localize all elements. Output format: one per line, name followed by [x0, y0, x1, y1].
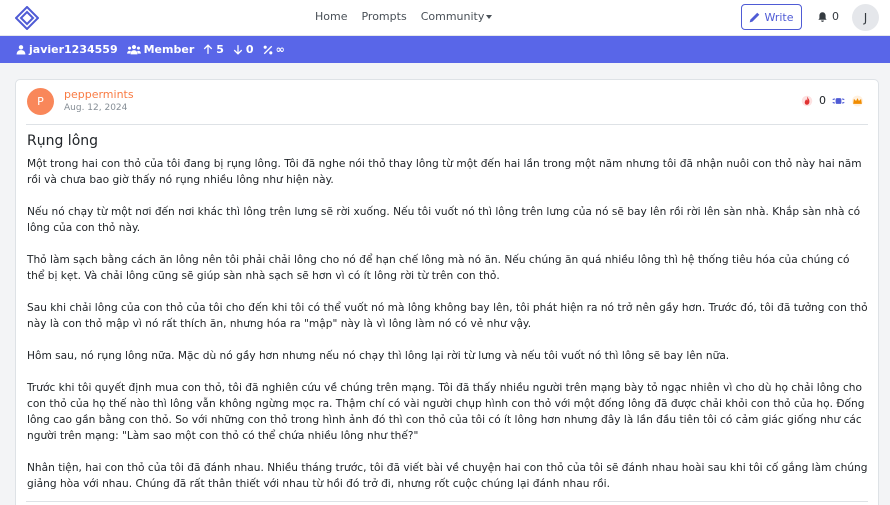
post-title: Rụng lông: [27, 133, 99, 149]
role-item: Member: [126, 43, 195, 56]
arrow-up-icon: [204, 44, 213, 54]
post-header: P peppermints Aug. 12, 2024 0: [16, 80, 878, 122]
logo-icon[interactable]: [15, 6, 39, 30]
username: javier1234559: [29, 43, 118, 56]
nav-community-label: Community: [420, 10, 485, 23]
notifications-button[interactable]: 0: [817, 10, 839, 23]
nav-prompts-link[interactable]: Prompts: [361, 10, 406, 23]
notification-count: 0: [832, 10, 839, 23]
vote-ratio: ∞: [275, 43, 285, 56]
footer-divider: [26, 501, 868, 502]
fire-count: 0: [819, 94, 826, 107]
arrow-down-icon: [233, 45, 243, 55]
clap-icon[interactable]: [832, 95, 845, 107]
users-icon: [126, 45, 141, 55]
user-avatar[interactable]: J: [852, 4, 879, 31]
user-role: Member: [143, 43, 195, 56]
post-paragraph: Nhân tiện, hai con thỏ của tôi đã đánh n…: [27, 462, 868, 490]
upvote-count: 5: [216, 43, 224, 56]
chevron-down-icon: [486, 15, 493, 19]
top-navbar: Home Prompts Community Write 0 J: [0, 0, 890, 36]
post-paragraph: Một trong hai con thỏ của tôi đang bị rụ…: [27, 158, 862, 186]
post-paragraph: Sau khi chải lông của con thỏ của tôi ch…: [27, 302, 868, 330]
bell-icon: [818, 11, 827, 22]
post-paragraph: Nếu nó chạy từ một nơi đến nơi khác thì …: [27, 206, 861, 234]
ratio-item: ∞: [263, 43, 285, 56]
downvote-count: 0: [245, 43, 254, 56]
downvotes-item: 0: [233, 43, 254, 56]
author-avatar[interactable]: P: [27, 88, 54, 115]
post-paragraph: Hôm sau, nó rụng lông nữa. Mặc dù nó gầy…: [27, 350, 730, 362]
crown-icon[interactable]: [851, 95, 864, 107]
nav-links: Home Prompts Community: [315, 10, 520, 23]
post-body: Một trong hai con thỏ của tôi đang bị rụ…: [27, 156, 869, 505]
pencil-icon: [750, 12, 760, 22]
nav-community-dropdown[interactable]: Community: [421, 10, 507, 23]
user-icon: [16, 45, 26, 55]
post-date: Aug. 12, 2024: [64, 103, 128, 113]
nav-home-link[interactable]: Home: [315, 10, 347, 23]
post-card: P peppermints Aug. 12, 2024 0 Rụng lông …: [15, 79, 879, 505]
author-name[interactable]: peppermints: [64, 88, 134, 101]
post-paragraph: Trước khi tôi quyết định mua con thỏ, tô…: [27, 382, 865, 442]
header-divider: [26, 124, 868, 125]
reactions-bar: 0: [795, 94, 864, 107]
write-button[interactable]: Write: [741, 4, 802, 30]
post-paragraph: Thỏ làm sạch bằng cách ăn lông nên tôi p…: [27, 254, 850, 282]
user-stats-bar: javier1234559 Member 5 0 ∞: [0, 36, 890, 63]
fire-icon[interactable]: [801, 95, 813, 107]
upvotes-item: 5: [203, 43, 224, 56]
username-item[interactable]: javier1234559: [16, 43, 118, 56]
percent-icon: [263, 45, 272, 54]
write-button-label: Write: [764, 10, 794, 24]
